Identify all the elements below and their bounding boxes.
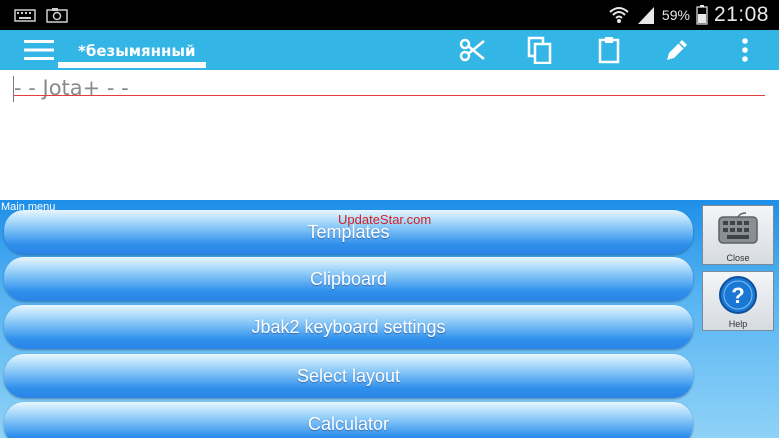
close-button[interactable]: Close	[702, 205, 774, 265]
battery-icon	[696, 5, 708, 25]
document-tab[interactable]: *безымянный	[58, 30, 206, 70]
keyboard-icon	[718, 212, 758, 244]
menu-item-clipboard[interactable]: Clipboard	[4, 257, 693, 301]
copy-icon[interactable]	[526, 36, 554, 64]
status-left	[14, 7, 68, 23]
clock: 21:08	[713, 3, 769, 26]
battery-percent: 59%	[661, 7, 690, 23]
help-button[interactable]: ? Help	[702, 271, 774, 331]
status-right: 59% 21:08	[608, 3, 769, 27]
hamburger-menu-icon[interactable]	[24, 38, 54, 62]
menu-item-select-layout[interactable]: Select layout	[4, 354, 693, 398]
cut-icon[interactable]	[458, 36, 486, 64]
tab-title: *безымянный	[78, 42, 196, 60]
menu-item-label: Select layout	[296, 366, 401, 386]
status-bar: 59% 21:08	[0, 0, 779, 30]
keyboard-icon	[14, 9, 36, 22]
svg-text:?: ?	[731, 283, 744, 308]
close-label: Close	[726, 253, 750, 263]
menu-item-label: Calculator	[307, 414, 390, 434]
watermark: UpdateStar.com	[338, 212, 432, 227]
editor-text: - - Jota+ - -	[14, 76, 129, 100]
help-label: Help	[728, 319, 748, 329]
app-bar: *безымянный	[0, 30, 779, 70]
signal-icon	[637, 7, 654, 24]
screenshot-icon	[46, 8, 68, 23]
editor-underline	[14, 95, 765, 96]
menu-item-label: Jbak2 keyboard settings	[251, 317, 446, 337]
edit-icon[interactable]	[663, 36, 691, 64]
text-editor[interactable]: - - Jota+ - -	[0, 70, 779, 200]
menu-item-keyboard-settings[interactable]: Jbak2 keyboard settings	[4, 305, 693, 349]
menu-item-calculator[interactable]: Calculator	[4, 402, 693, 438]
overflow-icon[interactable]	[731, 36, 759, 64]
help-icon: ?	[719, 276, 757, 314]
wifi-icon	[609, 7, 629, 23]
keyboard-main-menu: Main menu Templates Clipboard Jbak2 keyb…	[0, 200, 779, 438]
paste-icon[interactable]	[595, 36, 623, 64]
tab-indicator	[58, 62, 206, 68]
menu-item-label: Clipboard	[309, 269, 388, 289]
